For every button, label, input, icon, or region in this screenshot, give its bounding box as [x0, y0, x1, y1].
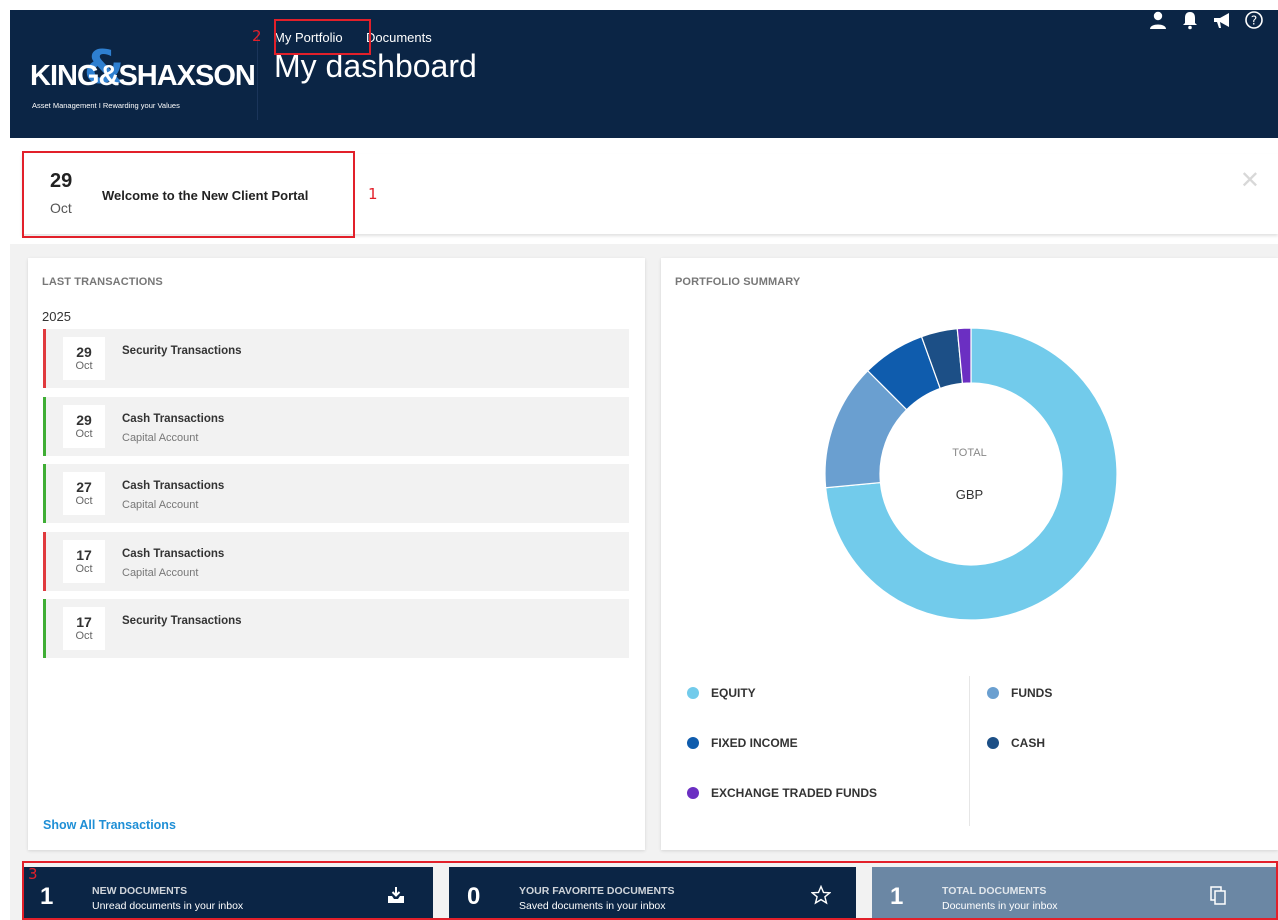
transaction-status-bar [43, 531, 46, 591]
transaction-row[interactable]: 17 Oct Cash Transactions Capital Account [43, 531, 629, 591]
legend-divider [969, 676, 970, 826]
company-logo[interactable]: & KING&SHAXSON Asset Management I Reward… [30, 40, 256, 122]
transaction-subtitle: Capital Account [122, 431, 199, 444]
annotation-number-2: 2 [252, 27, 262, 45]
transaction-month: Oct [75, 562, 93, 575]
transaction-day: 27 [76, 479, 92, 495]
last-transactions-panel: LAST TRANSACTIONS 2025 29 Oct Security Tra… [28, 258, 645, 850]
transaction-day: 29 [76, 344, 92, 360]
transaction-status-bar [43, 464, 46, 523]
donut-center-label: TOTAL [952, 447, 987, 459]
transaction-month: Oct [75, 495, 93, 507]
transaction-title: Security Transactions [122, 345, 242, 357]
legend-dot [987, 687, 999, 699]
portfolio-summary-panel: PORTFOLIO SUMMARY TOTAL GBP EQUITY FUNDS F… [661, 258, 1278, 850]
transaction-row[interactable]: 17 Oct Security Transactions [43, 599, 629, 658]
transaction-title: Cash Transactions [122, 480, 225, 492]
legend-label: CASH [1011, 736, 1046, 750]
transaction-title: Cash Transactions [122, 547, 225, 560]
transaction-date: 17 Oct [63, 607, 105, 650]
transaction-status-bar [43, 396, 46, 456]
transaction-day: 29 [76, 411, 92, 428]
legend-dot [687, 687, 699, 699]
transaction-row[interactable]: 29 Oct Security Transactions [43, 329, 629, 388]
legend-label: FIXED INCOME [711, 736, 798, 750]
logo-tagline: Asset Management I Rewarding your Values [32, 101, 180, 110]
annotation-box-3 [22, 861, 1278, 920]
transaction-title: Cash Transactions [122, 412, 225, 425]
show-all-transactions-link[interactable]: Show All Transactions [43, 818, 176, 832]
portfolio-summary-title: PORTFOLIO SUMMARY [675, 276, 801, 288]
transaction-day: 17 [76, 546, 92, 563]
last-transactions-title: LAST TRANSACTIONS [42, 276, 163, 288]
annotation-box-1 [22, 151, 355, 238]
transaction-month: Oct [75, 360, 93, 372]
transaction-day: 17 [76, 614, 92, 630]
user-icon[interactable] [1148, 10, 1168, 30]
portfolio-donut-chart [824, 327, 1118, 621]
transaction-subtitle: Capital Account [122, 566, 199, 579]
annotation-box-2 [274, 19, 371, 55]
bell-icon[interactable] [1180, 10, 1200, 30]
legend-label: FUNDS [1011, 686, 1053, 700]
top-header: & KING&SHAXSON Asset Management I Reward… [10, 10, 1278, 138]
transaction-date: 29 Oct [63, 337, 105, 380]
legend-dot [687, 787, 699, 799]
legend-dot [687, 737, 699, 749]
donut-currency: GBP [955, 487, 984, 502]
transaction-date: 27 Oct [63, 472, 105, 515]
close-icon[interactable]: ✕ [1240, 166, 1260, 194]
transaction-status-bar [43, 599, 46, 658]
legend-dot [987, 737, 999, 749]
transaction-date: 29 Oct [63, 404, 105, 448]
transaction-title: Security Transactions [122, 615, 242, 627]
transactions-year: 2025 [42, 309, 71, 324]
transaction-month: Oct [75, 630, 93, 642]
svg-text:?: ? [1251, 14, 1257, 28]
transaction-status-bar [43, 329, 46, 388]
help-icon[interactable]: ? [1244, 10, 1264, 30]
transaction-month: Oct [75, 427, 93, 440]
transaction-row[interactable]: 27 Oct Cash Transactions Capital Account [43, 464, 629, 523]
annotation-number-1: 1 [368, 185, 378, 203]
transaction-date: 17 Oct [63, 539, 105, 583]
transaction-subtitle: Capital Account [122, 499, 199, 511]
megaphone-icon[interactable] [1212, 10, 1232, 30]
annotation-number-3: 3 [28, 865, 38, 883]
transaction-row[interactable]: 29 Oct Cash Transactions Capital Account [43, 396, 629, 456]
nav-documents[interactable]: Documents [366, 30, 432, 45]
logo-wordmark: KING&SHAXSON [30, 60, 256, 92]
legend-label: EXCHANGE TRADED FUNDS [711, 786, 878, 800]
legend-label: EQUITY [711, 686, 756, 700]
